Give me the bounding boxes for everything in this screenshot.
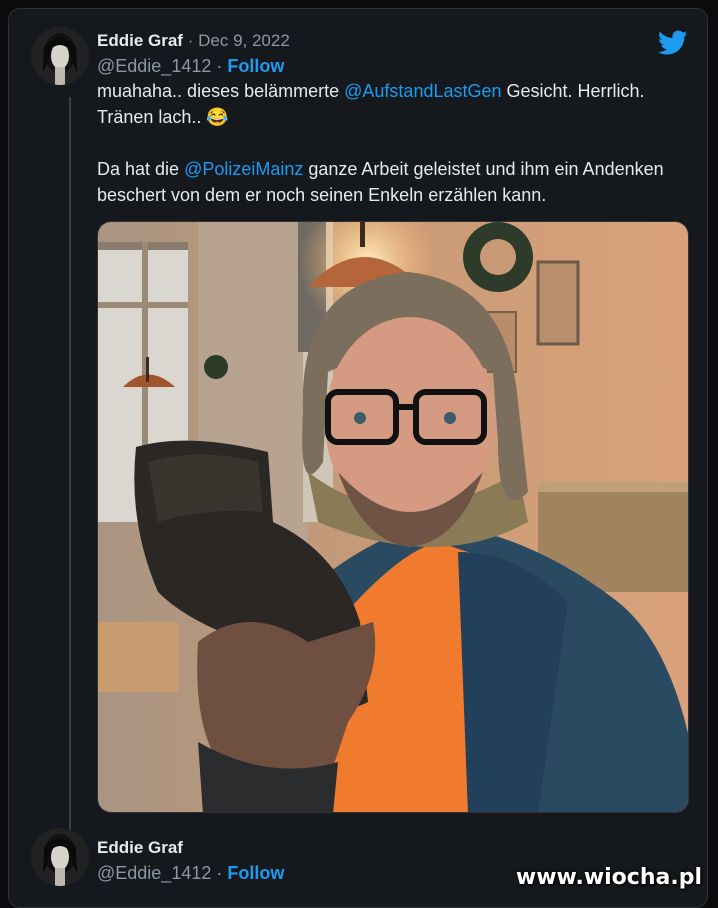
reply-handle-follow-separator: ·	[216, 863, 223, 883]
author-name[interactable]: Eddie Graf	[97, 31, 183, 50]
reply-author-name[interactable]: Eddie Graf	[97, 838, 183, 857]
mention-aufstandlastgen[interactable]: @AufstandLastGen	[344, 81, 501, 101]
mention-polizeimainz[interactable]: @PolizeiMainz	[184, 159, 303, 179]
author-handle-row: @Eddie_1412 · Follow	[97, 55, 284, 77]
tweet-photo[interactable]	[97, 221, 689, 813]
tweet-text-paragraph-2: Da hat die @PolizeiMainz ganze Arbeit ge…	[97, 156, 687, 208]
reply-author-handle[interactable]: @Eddie_1412	[97, 863, 211, 883]
tweet-text: Tränen lach..	[97, 107, 202, 127]
tweet-text: Da hat die	[97, 159, 185, 179]
watermark: www.wiocha.pl	[515, 865, 702, 890]
reply-name-row: Eddie Graf	[97, 838, 183, 858]
tweet-text: muahaha.. dieses belämmerte	[97, 81, 345, 101]
tweet-date[interactable]: Dec 9, 2022	[198, 31, 290, 50]
author-handle[interactable]: @Eddie_1412	[97, 56, 211, 76]
reply-handle-row: @Eddie_1412 · Follow	[97, 862, 284, 884]
handle-follow-separator: ·	[216, 56, 223, 76]
reply-follow-button[interactable]: Follow	[227, 863, 284, 883]
author-avatar[interactable]	[31, 27, 89, 85]
thread-line	[69, 97, 71, 833]
tweet-text: Gesicht. Herrlich.	[501, 81, 645, 101]
name-date-separator: ·	[187, 31, 194, 50]
tweet-text-paragraph-1: muahaha.. dieses belämmerte @AufstandLas…	[97, 78, 687, 130]
author-name-row: Eddie Graf · Dec 9, 2022	[97, 31, 290, 51]
twitter-bird-icon[interactable]	[658, 30, 688, 56]
follow-button[interactable]: Follow	[227, 56, 284, 76]
reply-avatar[interactable]	[31, 828, 89, 886]
laughing-tears-emoji-icon: 😂	[206, 107, 229, 127]
photo-man-holding-rock	[98, 222, 688, 812]
